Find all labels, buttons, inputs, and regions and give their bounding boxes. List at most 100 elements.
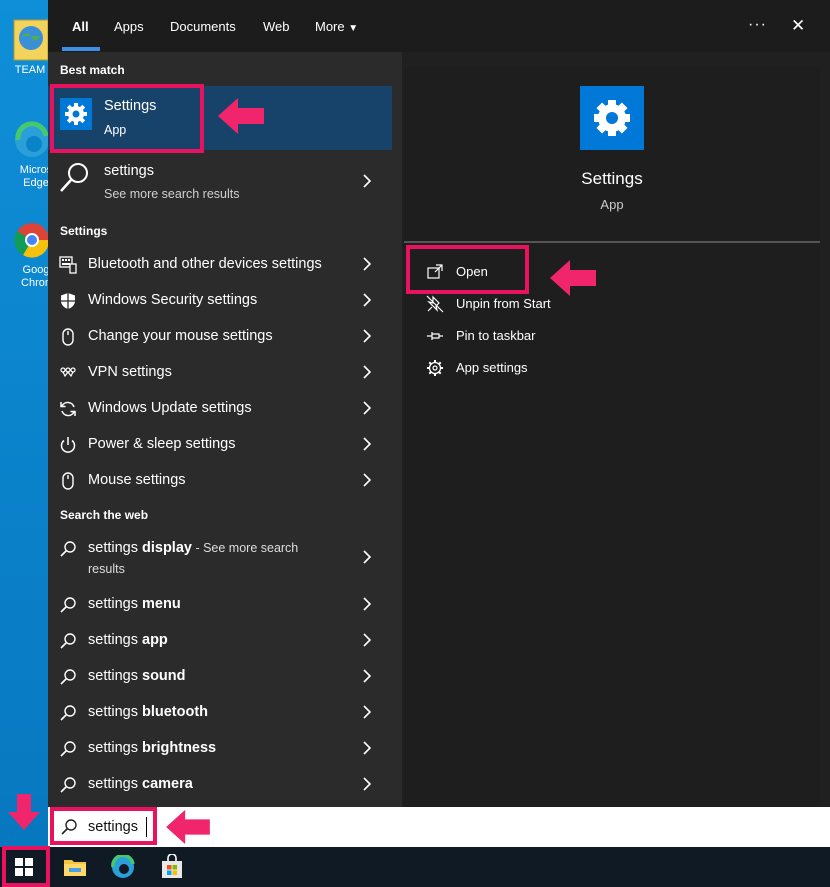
edge-icon	[10, 118, 50, 162]
search-icon	[60, 705, 76, 721]
web-item-brightness[interactable]: settings brightness	[48, 730, 392, 766]
search-icon	[60, 777, 76, 793]
chevron-right-icon	[363, 365, 372, 379]
web-item-label: settings brightness	[88, 740, 217, 756]
arrow-left-icon	[166, 809, 210, 845]
settings-item-windows-security[interactable]: Windows Security settings	[48, 282, 392, 318]
search-icon	[60, 597, 76, 613]
chevron-right-icon	[363, 437, 372, 451]
divider	[404, 241, 820, 243]
action-label: Pin to taskbar	[456, 328, 536, 343]
tab-web[interactable]: Web	[263, 19, 290, 34]
search-icon	[60, 741, 76, 757]
keyboard-icon	[59, 256, 77, 274]
settings-item-vpn[interactable]: VPN settings	[48, 354, 392, 390]
globe-icon	[10, 18, 50, 62]
search-icon	[60, 633, 76, 649]
tab-all[interactable]: All	[72, 19, 89, 34]
shield-icon	[61, 293, 75, 309]
chevron-right-icon	[363, 669, 372, 683]
settings-item-bluetooth[interactable]: Bluetooth and other devices settings	[48, 246, 392, 282]
close-button[interactable]: ✕	[791, 16, 805, 36]
web-item-label: settings menu	[88, 596, 181, 612]
edge-icon[interactable]	[111, 855, 135, 879]
search-icon	[60, 541, 76, 557]
preview-app-icon	[580, 86, 644, 150]
web-section-header: Search the web	[60, 508, 149, 522]
web-item-label: settings display - See more search	[88, 540, 299, 556]
chevron-right-icon	[363, 633, 372, 647]
web-item-label-line2: results	[88, 562, 125, 576]
action-label: Unpin from Start	[456, 296, 551, 311]
web-result-subtitle: See more search results	[104, 187, 240, 201]
highlight-search-box	[50, 807, 157, 845]
settings-item-label: Windows Update settings	[88, 400, 252, 416]
chevron-right-icon	[363, 401, 372, 415]
search-tabs-bar: All Apps Documents Web More ▼ ··· ✕	[48, 0, 830, 52]
desktop-icon-team[interactable]: TEAM	[8, 18, 52, 77]
mouse-icon	[62, 472, 74, 490]
chevron-right-icon	[363, 257, 372, 271]
tab-more[interactable]: More ▼	[315, 19, 358, 34]
highlight-best-match	[50, 84, 204, 153]
action-pin-taskbar[interactable]: Pin to taskbar	[426, 324, 626, 348]
settings-item-mouse[interactable]: Mouse settings	[48, 462, 392, 498]
web-item-label: settings bluetooth	[88, 704, 209, 720]
chevron-right-icon	[363, 777, 372, 791]
chevron-right-icon	[363, 597, 372, 611]
chrome-icon	[10, 218, 50, 262]
search-icon	[60, 163, 88, 192]
taskbar	[0, 847, 830, 887]
gear-icon	[427, 360, 443, 376]
arrow-left-icon	[218, 98, 264, 134]
store-icon[interactable]	[160, 854, 184, 880]
more-options-button[interactable]: ···	[748, 16, 767, 34]
preview-subtitle: App	[600, 197, 624, 212]
web-result-title: settings	[104, 163, 154, 179]
desktop-icon-label: TEAM	[14, 64, 46, 76]
web-item-label: settings app	[88, 632, 168, 648]
chevron-right-icon	[363, 741, 372, 755]
web-item-menu[interactable]: settings menu	[48, 586, 392, 622]
tab-documents[interactable]: Documents	[170, 19, 236, 34]
web-item-label: settings sound	[88, 668, 186, 684]
highlight-open-action	[406, 245, 529, 294]
action-app-settings[interactable]: App settings	[426, 356, 626, 380]
arrow-left-icon	[550, 260, 596, 296]
settings-item-label: Power & sleep settings	[88, 436, 236, 452]
settings-section-header: Settings	[60, 224, 108, 238]
chevron-right-icon	[363, 473, 372, 487]
settings-item-label: VPN settings	[88, 364, 172, 380]
active-tab-indicator	[62, 47, 100, 51]
caret-down-icon: ▼	[348, 23, 359, 34]
settings-item-change-mouse[interactable]: Change your mouse settings	[48, 318, 392, 354]
settings-item-label: Windows Security settings	[88, 292, 258, 308]
action-label: App settings	[456, 360, 528, 375]
chevron-right-icon	[363, 550, 372, 564]
vpn-icon	[60, 367, 76, 378]
preview-title: Settings	[581, 169, 643, 188]
preview-pane: Settings App Open Unpin from Start Pin t…	[404, 67, 820, 807]
chevron-right-icon	[363, 174, 372, 188]
web-item-camera[interactable]: settings camera	[48, 766, 392, 802]
settings-item-windows-update[interactable]: Windows Update settings	[48, 390, 392, 426]
web-item-label: settings camera	[88, 776, 193, 792]
desktop-icon-chrome[interactable]: Goog Chron	[8, 218, 52, 290]
web-item-bluetooth[interactable]: settings bluetooth	[48, 694, 392, 730]
chevron-right-icon	[363, 705, 372, 719]
settings-item-label: Change your mouse settings	[88, 328, 273, 344]
highlight-start-button	[2, 846, 50, 887]
tab-more-label: More	[315, 19, 345, 34]
pin-icon	[427, 332, 443, 340]
tab-apps[interactable]: Apps	[114, 19, 144, 34]
web-item-sound[interactable]: settings sound	[48, 658, 392, 694]
settings-item-power-sleep[interactable]: Power & sleep settings	[48, 426, 392, 462]
web-result-settings[interactable]: settings See more search results	[48, 156, 392, 206]
web-item-display[interactable]: settings display - See more search resul…	[48, 530, 392, 582]
settings-item-label: Mouse settings	[88, 472, 186, 488]
settings-item-label: Bluetooth and other devices settings	[88, 256, 322, 272]
desktop-icon-edge[interactable]: Micros Edge	[8, 118, 52, 190]
arrow-down-icon	[8, 794, 40, 830]
web-item-app[interactable]: settings app	[48, 622, 392, 658]
file-explorer-icon[interactable]	[63, 856, 87, 878]
